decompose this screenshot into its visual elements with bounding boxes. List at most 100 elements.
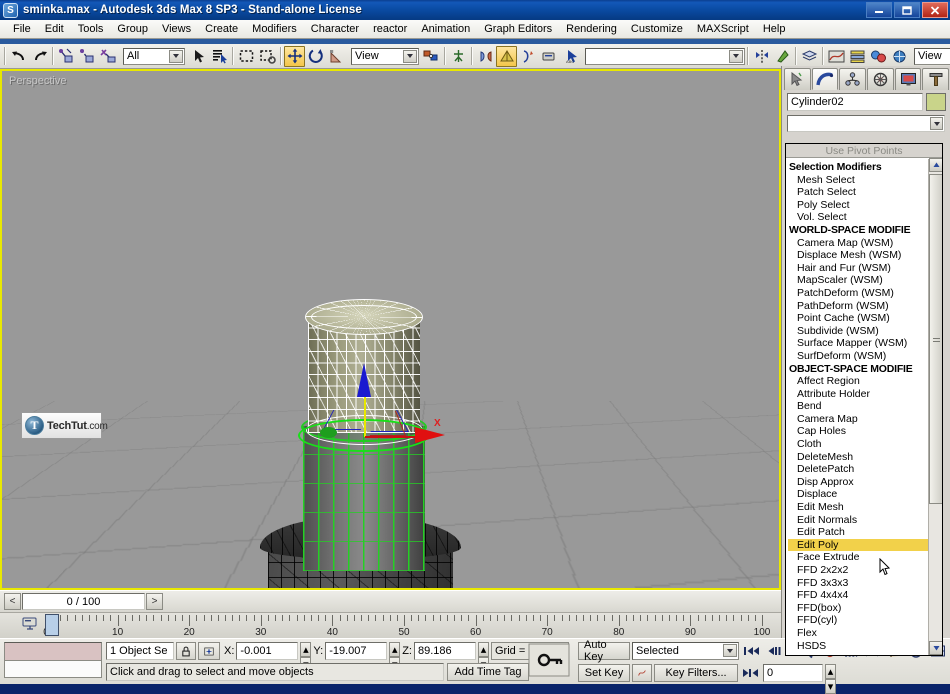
rectangular-selection-region-icon[interactable] [236,46,257,67]
mini-listener[interactable] [4,642,102,678]
next-frame-button[interactable]: > [146,593,163,610]
lock-selection-icon[interactable] [176,642,196,660]
absolute-relative-icon[interactable] [198,642,220,660]
key-mode-toggle-icon[interactable] [528,643,570,677]
modifier-list-combo[interactable] [787,115,945,132]
go-to-start-icon[interactable] [741,641,762,661]
select-object-icon[interactable] [188,46,209,67]
perspective-viewport[interactable]: Perspective X Z Y X [0,69,781,590]
mirror-icon[interactable] [475,46,496,67]
maxscript-mini-listener-input[interactable] [4,661,102,678]
select-by-name-list-icon[interactable]: ABC [561,46,582,67]
select-and-uniform-scale-icon[interactable] [326,46,347,67]
mirror-tool-icon[interactable] [751,46,772,67]
chevron-down-icon[interactable] [930,117,943,130]
scroll-down-button[interactable] [929,641,943,655]
undo-icon[interactable] [8,46,29,67]
modifier-list-item[interactable]: Attribute Holder [788,388,928,401]
set-key-curve-icon[interactable] [632,664,652,682]
menu-tools[interactable]: Tools [71,21,111,38]
set-key-button[interactable]: Set Key [578,664,630,682]
key-filters-button[interactable]: Key Filters... [654,664,738,682]
modifier-list-item[interactable]: Camera Map [788,413,928,426]
modifier-list-item[interactable]: Disp Approx [788,476,928,489]
scroll-up-button[interactable] [929,158,943,172]
previous-frame-icon[interactable] [764,641,785,661]
mini-curve-editor-icon[interactable] [22,617,38,632]
z-coordinate-field[interactable]: 89.186 [414,642,476,660]
current-frame-field[interactable]: 0 / 100 [22,593,145,610]
modifier-list-item[interactable]: FFD 2x2x2 [788,564,928,577]
modifier-list-item[interactable]: Patch Select [788,186,928,199]
reference-coordinate-combo[interactable]: View [351,48,419,65]
menu-file[interactable]: File [6,21,38,38]
modifier-list-item[interactable]: Face Extrude [788,551,928,564]
display-tab[interactable] [895,68,922,90]
selection-filter-combo[interactable]: All [123,48,185,65]
menu-edit[interactable]: Edit [38,21,71,38]
modifier-list-item[interactable]: Edit Poly [788,539,928,552]
material-editor-icon[interactable] [868,46,889,67]
modifier-list-item[interactable]: FFD 4x4x4 [788,589,928,602]
modifier-list-item[interactable]: Edit Mesh [788,501,928,514]
x-coordinate-field[interactable]: -0.001 [236,642,298,660]
modifier-list-item[interactable]: Subdivide (WSM) [788,325,928,338]
named-selection-sets-combo[interactable] [585,48,745,65]
viewport-layout-combo[interactable]: View [914,48,950,65]
move-gizmo-z-arrow[interactable] [357,363,371,397]
modifier-list-item[interactable]: FFD(box) [788,602,928,615]
modify-tab[interactable] [812,68,839,90]
menu-modifiers[interactable]: Modifiers [245,21,304,38]
modifier-list-rows[interactable]: Selection ModifiersMesh SelectPatch Sele… [786,159,928,655]
ik-manipulate-icon[interactable] [448,46,469,67]
align-icon[interactable] [496,46,517,67]
modifier-list-item[interactable]: Camera Map (WSM) [788,237,928,250]
timeline-ruler[interactable]: 0102030405060708090100 [0,612,781,638]
y-spinner[interactable]: ▴▾ [389,642,400,660]
menu-help[interactable]: Help [756,21,793,38]
z-spinner[interactable]: ▴▾ [478,642,489,660]
modifier-list-item[interactable]: Cloth [788,438,928,451]
restore-button[interactable] [894,2,920,18]
modifier-list-item[interactable]: Point Cache (WSM) [788,312,928,325]
named-selection-sets-icon[interactable] [517,46,538,67]
layer-stack-icon[interactable] [799,46,820,67]
curve-editor-icon[interactable] [826,46,847,67]
menu-customize[interactable]: Customize [624,21,690,38]
modifier-list-item[interactable]: Flex [788,627,928,640]
frame-spinner[interactable]: ▴▾ [825,664,836,682]
modifier-list-item[interactable]: Displace [788,488,928,501]
window-crossing-icon[interactable] [257,46,278,67]
modifier-list-item[interactable]: Displace Mesh (WSM) [788,249,928,262]
menu-animation[interactable]: Animation [414,21,477,38]
close-button[interactable] [922,2,948,18]
menu-maxscript[interactable]: MAXScript [690,21,756,38]
menu-graph-editors[interactable]: Graph Editors [477,21,559,38]
current-frame-spinner-field[interactable]: 0 [763,664,823,682]
modifier-list-item[interactable]: Cap Holes [788,425,928,438]
modifier-list-item[interactable]: PathDeform (WSM) [788,300,928,313]
unlink-selection-icon[interactable] [77,46,98,67]
modifier-list-item[interactable]: Poly Select [788,199,928,212]
x-spinner[interactable]: ▴▾ [300,642,311,660]
modifier-list-item[interactable]: Edit Normals [788,514,928,527]
modifier-list-item[interactable]: Bend [788,400,928,413]
use-pivot-point-center-icon[interactable] [421,46,442,67]
modifier-list-item[interactable]: SurfDeform (WSM) [788,350,928,363]
auto-key-button[interactable]: Auto Key [578,642,630,660]
object-name-field[interactable]: Cylinder02 [787,93,923,111]
move-gizmo-x-arrow[interactable] [415,427,445,443]
align-tool-icon[interactable] [772,46,793,67]
y-coordinate-field[interactable]: -19.007 [325,642,387,660]
chevron-down-icon[interactable] [169,50,183,63]
select-link-icon[interactable] [56,46,77,67]
add-time-tag-button[interactable]: Add Time Tag [447,663,529,681]
previous-frame-button[interactable]: < [4,593,21,610]
maxscript-mini-listener-output[interactable] [4,642,102,661]
menu-views[interactable]: Views [155,21,198,38]
chevron-down-icon[interactable] [729,50,743,63]
minimize-button[interactable] [866,2,892,18]
bind-to-space-warp-icon[interactable] [98,46,119,67]
scrollbar-thumb[interactable] [929,174,943,504]
chevron-down-icon[interactable] [403,50,417,63]
